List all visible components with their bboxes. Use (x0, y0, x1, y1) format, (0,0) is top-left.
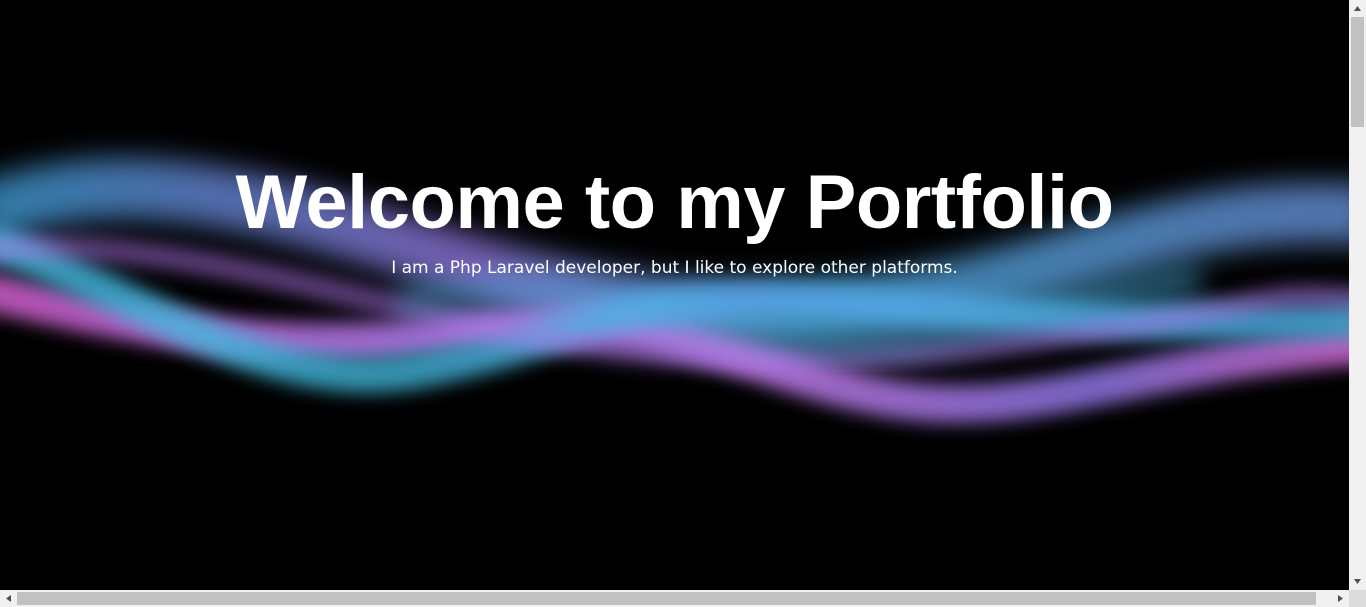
vertical-scrollbar[interactable] (1349, 0, 1366, 590)
arrow-right-icon[interactable] (1332, 590, 1349, 607)
hero-title: Welcome to my Portfolio (235, 160, 1114, 245)
arrow-left-icon[interactable] (0, 590, 17, 607)
wave-background (0, 158, 1349, 424)
vertical-scroll-thumb[interactable] (1351, 17, 1364, 127)
page-viewport: Welcome to my Portfolio I am a Php Larav… (0, 0, 1349, 590)
horizontal-scrollbar[interactable] (0, 590, 1349, 607)
arrow-up-icon[interactable] (1349, 0, 1366, 17)
hero-subtitle: I am a Php Laravel developer, but I like… (391, 258, 958, 278)
horizontal-scroll-thumb[interactable] (17, 592, 1316, 605)
scrollbar-corner (1349, 590, 1366, 607)
arrow-down-icon[interactable] (1349, 573, 1366, 590)
